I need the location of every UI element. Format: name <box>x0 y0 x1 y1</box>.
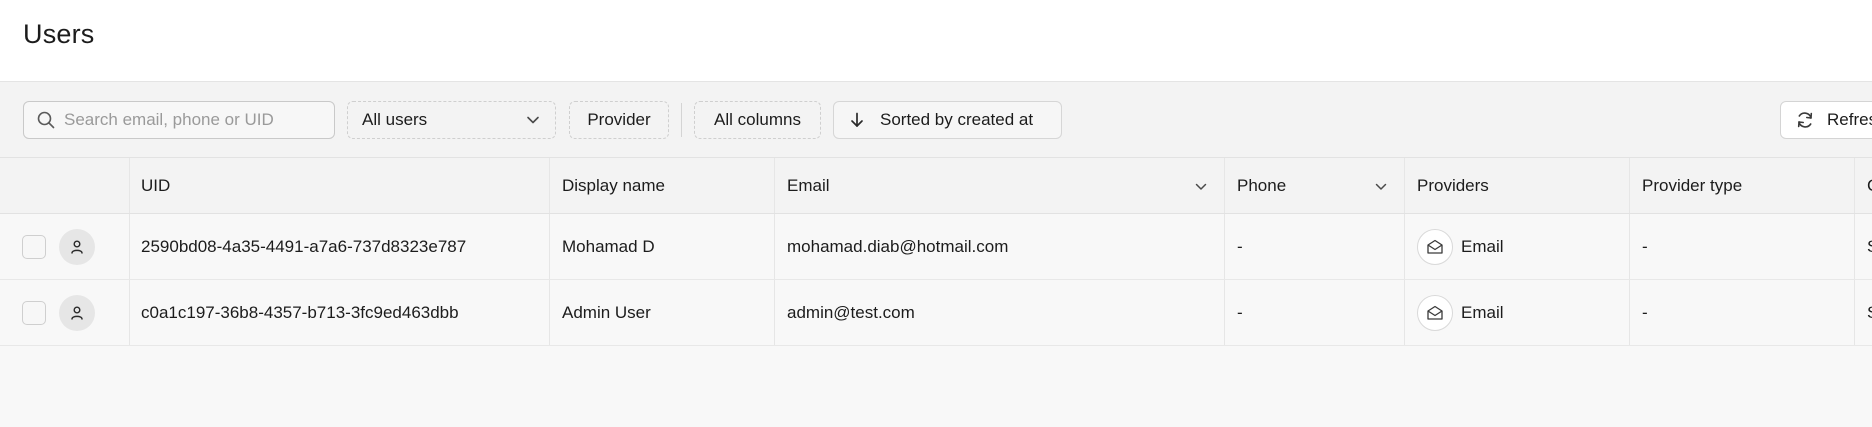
chevron-down-icon[interactable] <box>1194 180 1208 194</box>
provider-label: Email <box>1461 302 1504 322</box>
user-avatar-icon <box>59 228 95 265</box>
cell-provider-type: - <box>1630 214 1855 279</box>
sort-button[interactable]: Sorted by created at <box>833 101 1062 139</box>
refresh-label: Refresh <box>1827 110 1872 129</box>
row-select-cell <box>0 280 130 345</box>
cell-email: admin@test.com <box>775 280 1225 345</box>
refresh-button[interactable]: Refresh <box>1780 101 1872 139</box>
search-input[interactable] <box>64 110 324 130</box>
header-providers-label: Providers <box>1417 175 1489 195</box>
cell-display-name: Admin User <box>550 280 775 345</box>
user-avatar-icon <box>59 294 95 331</box>
header-providers[interactable]: Providers <box>1405 158 1630 213</box>
cell-providers: Email <box>1405 280 1630 345</box>
search-box[interactable] <box>23 101 335 139</box>
cell-phone: - <box>1225 280 1405 345</box>
page-title: Users <box>23 19 95 49</box>
arrow-down-icon <box>848 111 866 129</box>
header-display-name-label: Display name <box>562 175 665 195</box>
users-filter-value: All users <box>362 110 428 129</box>
columns-label: All columns <box>714 110 801 129</box>
cell-extra: S <box>1855 280 1872 345</box>
cell-phone: - <box>1225 214 1405 279</box>
cell-providers: Email <box>1405 214 1630 279</box>
header-email-label: Email <box>787 175 830 195</box>
cell-email: mohamad.diab@hotmail.com <box>775 214 1225 279</box>
header-email[interactable]: Email <box>775 158 1225 213</box>
header-uid[interactable]: UID <box>130 158 550 213</box>
table-header-row: UID Display name Email Phone Providers P… <box>0 158 1872 214</box>
chevron-down-icon <box>525 112 541 128</box>
header-display-name[interactable]: Display name <box>550 158 775 213</box>
columns-button[interactable]: All columns <box>694 101 821 139</box>
header-provider-type-label: Provider type <box>1642 175 1743 195</box>
page-header: Users <box>0 0 1872 82</box>
cell-uid: 2590bd08-4a35-4491-a7a6-737d8323e787 <box>130 214 550 279</box>
users-filter-dropdown[interactable]: All users <box>347 101 556 139</box>
email-provider-icon <box>1417 294 1453 331</box>
cell-display-name: Mohamad D <box>550 214 775 279</box>
header-uid-label: UID <box>141 175 171 195</box>
toolbar: All users Provider All columns Sorted by… <box>0 82 1872 158</box>
refresh-icon <box>1795 110 1815 130</box>
provider-label: Email <box>1461 236 1504 256</box>
header-select-cell <box>0 158 130 213</box>
row-checkbox[interactable] <box>22 234 46 259</box>
cell-provider-type: - <box>1630 280 1855 345</box>
search-icon <box>36 110 56 130</box>
cell-uid: c0a1c197-36b8-4357-b713-3fc9ed463dbb <box>130 280 550 345</box>
header-extra-label: C <box>1867 176 1872 196</box>
row-select-cell <box>0 214 130 279</box>
row-checkbox[interactable] <box>22 300 46 325</box>
header-extra[interactable]: C <box>1855 158 1872 213</box>
header-provider-type[interactable]: Provider type <box>1630 158 1855 213</box>
sort-label: Sorted by created at <box>880 110 1034 129</box>
header-phone-label: Phone <box>1237 175 1287 195</box>
toolbar-divider <box>681 103 682 137</box>
provider-filter-label: Provider <box>587 110 651 129</box>
cell-extra: S <box>1855 214 1872 279</box>
header-phone[interactable]: Phone <box>1225 158 1405 213</box>
table-row[interactable]: 2590bd08-4a35-4491-a7a6-737d8323e787 Moh… <box>0 214 1872 280</box>
chevron-down-icon[interactable] <box>1374 180 1388 194</box>
provider-filter-button[interactable]: Provider <box>569 101 669 139</box>
users-table: UID Display name Email Phone Providers P… <box>0 158 1872 346</box>
table-row[interactable]: c0a1c197-36b8-4357-b713-3fc9ed463dbb Adm… <box>0 280 1872 346</box>
email-provider-icon <box>1417 228 1453 265</box>
